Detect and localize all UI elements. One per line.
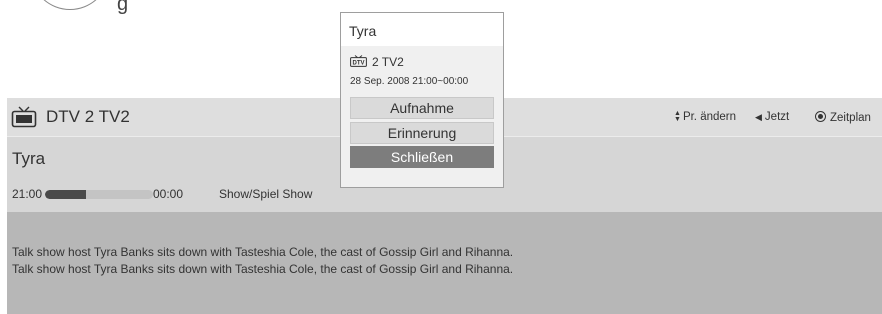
description-line: Talk show host Tyra Banks sits down with…: [12, 245, 514, 259]
program-options-popup: Tyra DTV 2 TV2 28 Sep. 2008 21:00~00:00 …: [340, 12, 504, 188]
now-control[interactable]: ◀ Jetzt: [755, 111, 789, 123]
program-title: Tyra: [12, 149, 46, 168]
dtv-badge-text: DTV: [353, 61, 365, 67]
popup-channel: 2 TV2: [372, 55, 404, 69]
popup-title: Tyra: [349, 23, 377, 39]
reminder-button[interactable]: Erinnerung: [350, 122, 494, 144]
up-down-arrows-icon: ▲ ▼: [674, 110, 681, 123]
partial-heading-letter: g: [117, 0, 129, 15]
popup-body: DTV 2 TV2 28 Sep. 2008 21:00~00:00 Aufna…: [341, 46, 503, 187]
radio-button-icon: [815, 111, 826, 122]
left-arrow-icon: ◀: [755, 112, 762, 122]
tv-icon: [11, 106, 37, 128]
decorative-circle: [30, 0, 110, 10]
change-program-control[interactable]: ▲ ▼ Pr. ändern: [674, 110, 737, 124]
schedule-label: Zeitplan: [830, 112, 871, 124]
program-description: Talk show host Tyra Banks sits down with…: [7, 212, 882, 314]
end-time: 00:00: [153, 187, 184, 201]
dtv-icon: DTV: [350, 55, 367, 67]
channel-name: DTV 2 TV2: [46, 107, 130, 126]
progress-bar-fill: [45, 190, 87, 199]
description-line: Talk show host Tyra Banks sits down with…: [12, 262, 514, 276]
start-time: 21:00: [12, 187, 43, 201]
change-program-label: Pr. ändern: [682, 111, 737, 124]
popup-datetime: 28 Sep. 2008 21:00~00:00: [350, 76, 469, 87]
program-genre: Show/Spiel Show: [219, 187, 313, 201]
schedule-control[interactable]: Zeitplan: [815, 111, 871, 124]
record-button[interactable]: Aufnahme: [350, 97, 494, 119]
close-button[interactable]: Schließen: [350, 146, 494, 168]
progress-bar: [45, 190, 153, 199]
now-label: Jetzt: [764, 111, 790, 123]
